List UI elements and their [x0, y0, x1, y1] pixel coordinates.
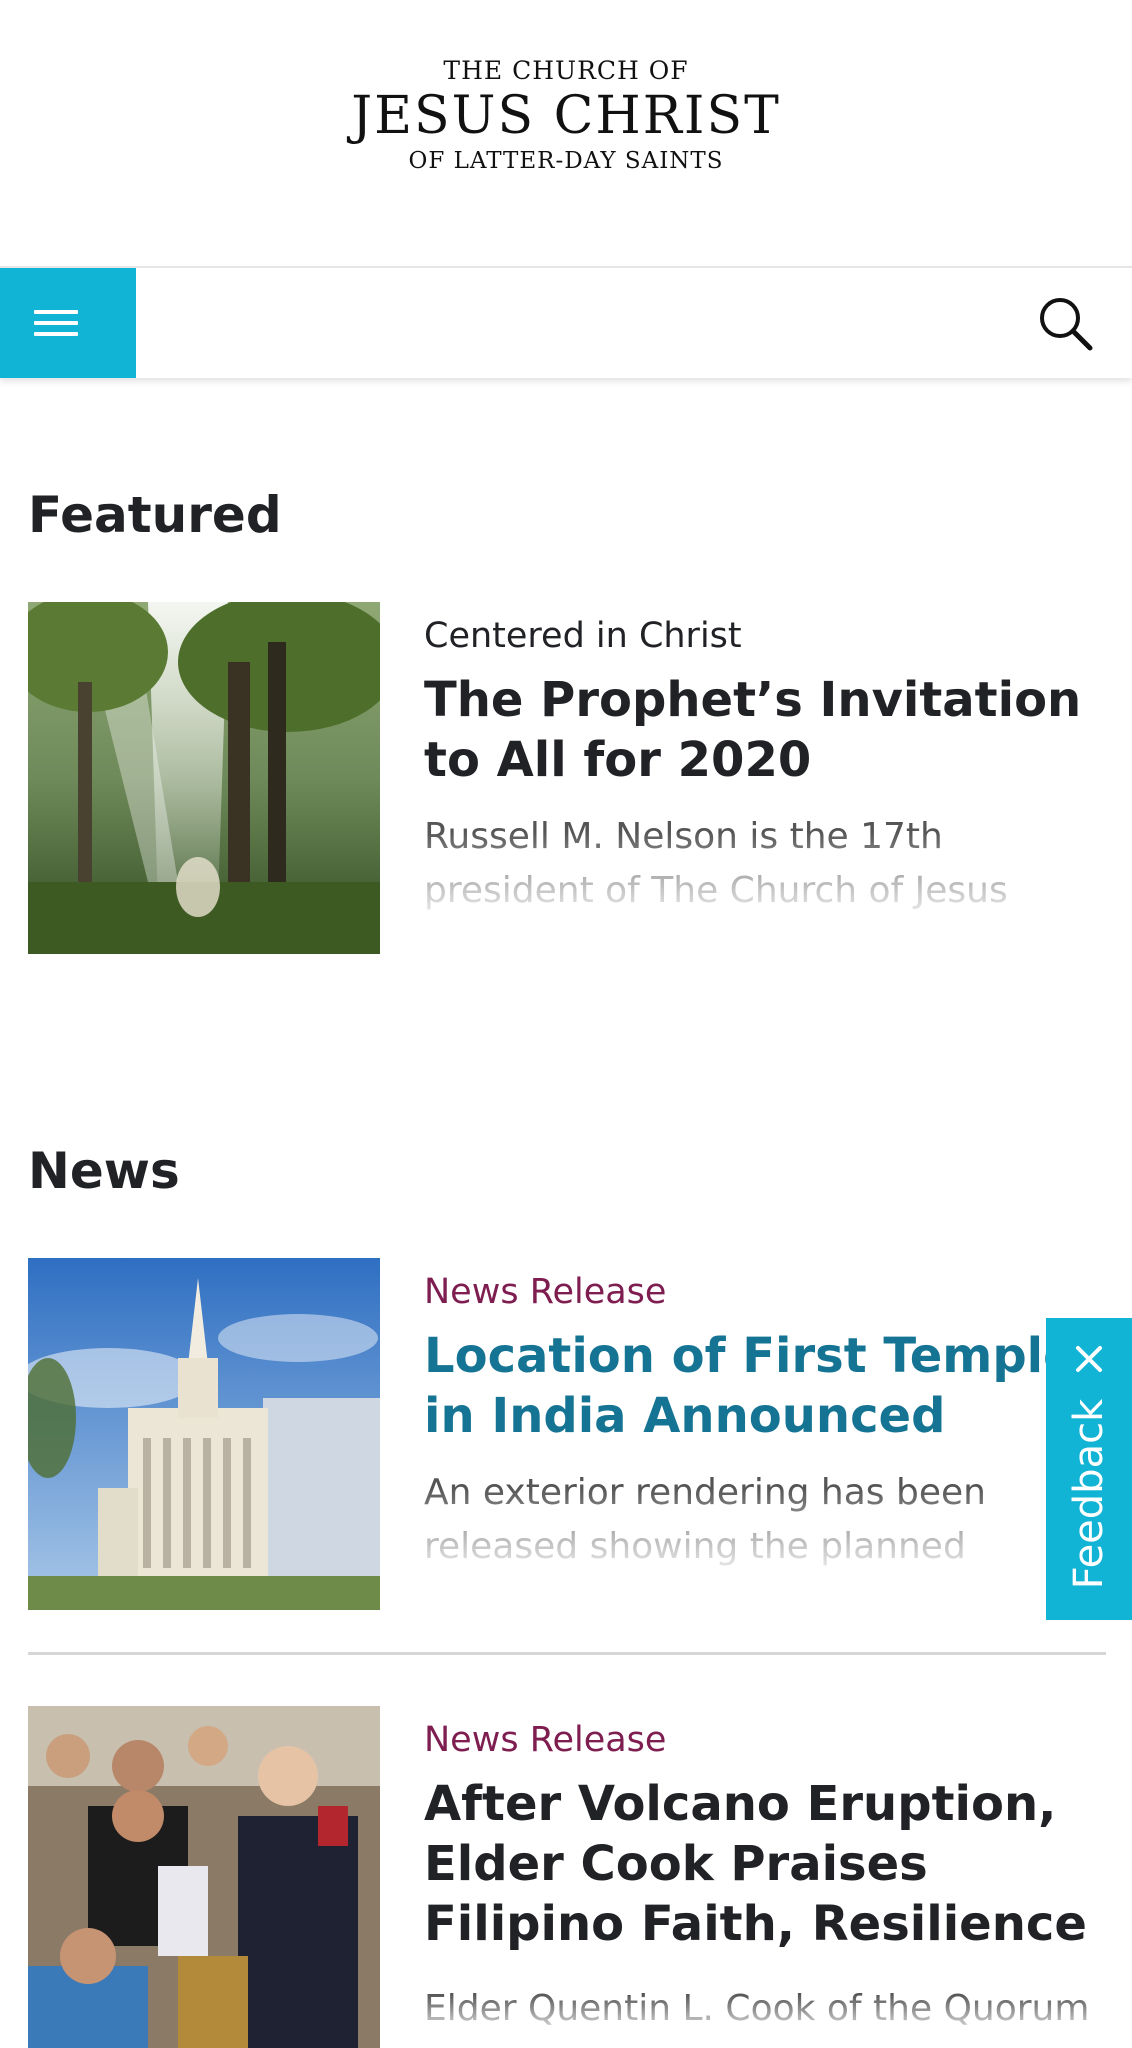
nav-bar — [0, 266, 1132, 378]
search-icon — [1040, 298, 1093, 351]
featured-heading: Featured — [28, 486, 282, 544]
logo-line-3[interactable]: OF LATTER-DAY SAINTS — [0, 148, 1132, 174]
news-divider — [28, 1652, 1106, 1655]
close-icon[interactable] — [1072, 1342, 1106, 1376]
logo-line-2[interactable]: JESUS CHRIST — [0, 86, 1132, 146]
featured-card[interactable]: Centered in Christ The Prophet’s Invitat… — [28, 602, 1106, 954]
featured-title[interactable]: The Prophet’s Invitation to All for 2020 — [424, 670, 1114, 790]
news-image-crowd[interactable] — [28, 1706, 380, 2048]
featured-category: Centered in Christ — [424, 616, 742, 656]
news-2-description: Elder Quentin L. Cook of the Quorum — [424, 1988, 1090, 2029]
news-image-temple[interactable] — [28, 1258, 380, 1610]
news-2-title[interactable]: After Volcano Eruption, Elder Cook Prais… — [424, 1774, 1114, 1954]
hamburger-menu-icon — [34, 310, 78, 336]
feedback-tab[interactable]: Feedback — [1046, 1318, 1132, 1620]
news-1-category: News Release — [424, 1272, 667, 1312]
search-button[interactable] — [1036, 294, 1096, 354]
news-card-2[interactable]: News Release After Volcano Eruption, Eld… — [28, 1706, 1106, 2048]
news-card-1-text: News Release Location of First Temple in… — [424, 1258, 1114, 1578]
featured-image-forest[interactable] — [28, 602, 380, 954]
news-heading: News — [28, 1142, 180, 1200]
logo-line-1[interactable]: THE CHURCH OF — [0, 56, 1132, 85]
news-2-category: News Release — [424, 1720, 667, 1760]
menu-button[interactable] — [0, 268, 136, 378]
featured-card-text: Centered in Christ The Prophet’s Invitat… — [424, 602, 1114, 922]
news-card-1[interactable]: News Release Location of First Temple in… — [28, 1258, 1106, 1610]
news-1-title[interactable]: Location of First Temple in India Announ… — [424, 1326, 1114, 1446]
featured-description: Russell M. Nelson is the 17th president … — [424, 816, 1008, 911]
site-header: THE CHURCH OF JESUS CHRIST OF LATTER-DAY… — [0, 0, 1132, 266]
news-card-2-text: News Release After Volcano Eruption, Eld… — [424, 1706, 1114, 2042]
feedback-label[interactable]: Feedback — [1066, 1399, 1112, 1590]
news-1-description: An exterior rendering has been released … — [424, 1472, 986, 1567]
